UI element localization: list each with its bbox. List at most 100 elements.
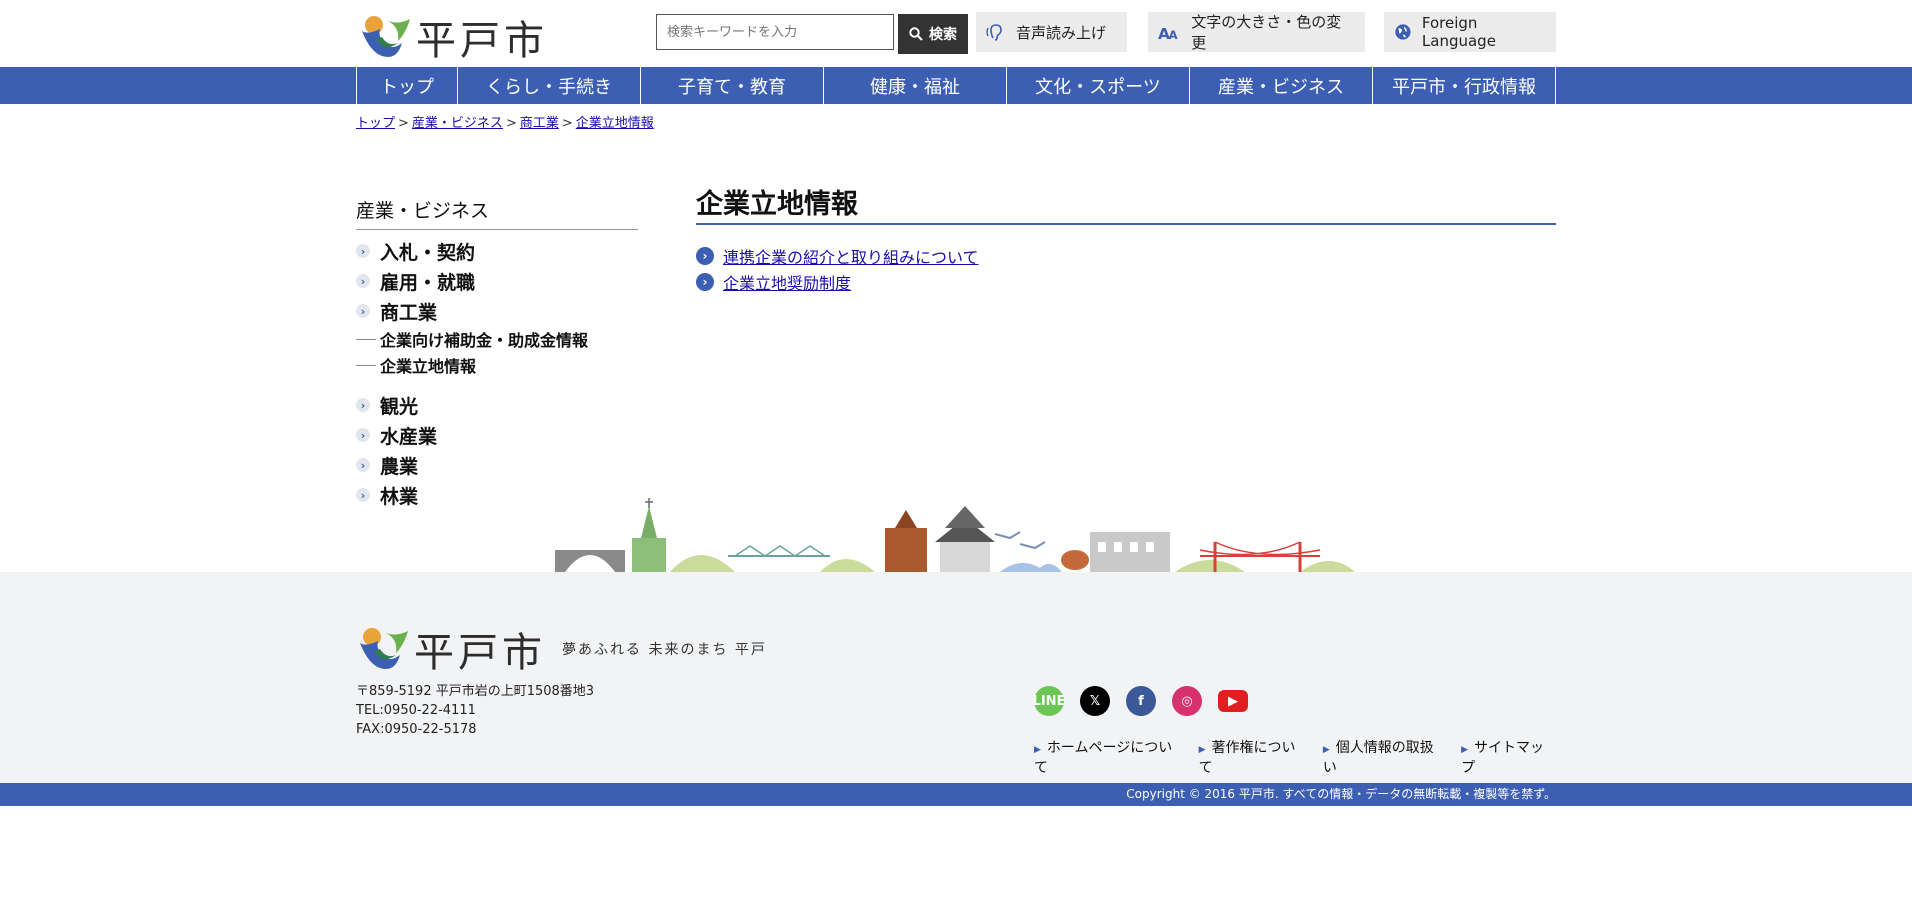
instagram-icon[interactable]: ◎ xyxy=(1172,686,1202,716)
search-button[interactable]: 検索 xyxy=(898,14,968,54)
search-button-label: 検索 xyxy=(929,27,957,43)
footer-tel: TEL:0950-22-4111 xyxy=(356,703,476,718)
chevron-right-icon: › xyxy=(356,244,370,258)
footer-link-label: 著作権について xyxy=(1198,740,1296,776)
triangle-right-icon: ▶ xyxy=(1034,745,1041,755)
breadcrumb-link-top[interactable]: トップ xyxy=(356,116,395,131)
hirado-logo-icon xyxy=(362,16,410,57)
footer-address-block: 〒859-5192 平戸市岩の上町1508番地3 TEL:0950-22-411… xyxy=(356,682,594,739)
globe-icon xyxy=(1395,24,1411,40)
search-input[interactable] xyxy=(656,14,894,50)
chevron-right-icon: › xyxy=(356,304,370,318)
text-size-icon: A A xyxy=(1158,25,1178,42)
hirado-skyline-illustration xyxy=(555,498,1355,572)
chevron-right-icon: › xyxy=(696,273,714,291)
search-icon xyxy=(909,27,923,41)
line-icon[interactable]: LINE xyxy=(1033,686,1065,716)
sidebar-title: 産業・ビジネス xyxy=(356,196,638,230)
sidebar-item-employment[interactable]: › 雇用・就職 xyxy=(356,266,638,296)
footer-link-sitemap[interactable]: ▶ サイトマップ xyxy=(1461,737,1556,777)
footer-links: ▶ ホームページについて ▶ 著作権について ▶ 個人情報の取扱い ▶ サイトマップ xyxy=(1034,737,1556,777)
footer-link-label: ホームページについて xyxy=(1034,740,1173,776)
footer-logo[interactable]: 平戸市 夢あふれる 未来のまち 平戸 xyxy=(356,620,767,678)
sidebar-item-agriculture[interactable]: › 農業 xyxy=(356,450,638,480)
nav-item-living[interactable]: くらし・手続き xyxy=(457,67,640,104)
foreign-language-button[interactable]: Foreign Language xyxy=(1384,12,1556,52)
link-location-incentive[interactable]: 企業立地奨励制度 xyxy=(723,270,851,294)
triangle-right-icon: ▶ xyxy=(1461,745,1469,755)
footer-fax: FAX:0950-22-5178 xyxy=(356,722,477,737)
breadcrumb-separator-icon: > xyxy=(505,116,517,131)
sidebar: 産業・ビジネス › 入札・契約 › 雇用・就職 › 商工業 企業向け補助金・助成金情報… xyxy=(356,196,638,510)
chevron-right-icon: › xyxy=(356,458,370,472)
triangle-right-icon: ▶ xyxy=(1322,745,1330,755)
breadcrumb-link-business[interactable]: 産業・ビジネス xyxy=(412,116,503,131)
chevron-right-icon: › xyxy=(696,247,714,265)
facebook-icon[interactable]: f xyxy=(1126,686,1156,716)
triangle-right-icon: ▶ xyxy=(1198,745,1206,755)
x-icon[interactable]: 𝕏 xyxy=(1080,686,1110,716)
svg-text:A: A xyxy=(1169,28,1178,42)
sidebar-subitem-subsidies[interactable]: 企業向け補助金・助成金情報 xyxy=(356,326,638,352)
ear-icon xyxy=(986,24,1002,41)
copyright-text: Copyright © 2016 平戸市. すべての情報・データの無断転載・複製… xyxy=(1126,787,1556,801)
breadcrumb-separator-icon: > xyxy=(561,116,573,131)
sidebar-item-tourism[interactable]: › 観光 xyxy=(356,390,638,420)
sidebar-item-label: 農業 xyxy=(380,455,419,478)
copyright-bar: Copyright © 2016 平戸市. すべての情報・データの無断転載・複製… xyxy=(0,783,1912,806)
footer-slogan: 夢あふれる 未来のまち 平戸 xyxy=(562,642,767,658)
hirado-logo-icon xyxy=(360,628,408,669)
footer-logo-text: 平戸市 xyxy=(414,630,546,676)
dash-icon xyxy=(356,338,376,340)
footer-link-about-site[interactable]: ▶ ホームページについて xyxy=(1034,737,1183,777)
content-link-item: › 企業立地奨励制度 xyxy=(696,269,1556,295)
dash-icon xyxy=(356,364,376,366)
sidebar-subitem-business-location[interactable]: 企業立地情報 xyxy=(356,352,638,378)
footer-address: 〒859-5192 平戸市岩の上町1508番地3 xyxy=(356,684,595,699)
footer-link-copyright[interactable]: ▶ 著作権について xyxy=(1199,737,1307,777)
text-size-label: 文字の大きさ・色の変更 xyxy=(1191,13,1342,52)
voice-reader-button[interactable]: 音声読み上げ xyxy=(976,12,1127,52)
main-content: 企業立地情報 › 連携企業の紹介と取り組みについて › 企業立地奨励制度 xyxy=(696,182,1556,295)
sidebar-item-label: 観光 xyxy=(380,395,419,418)
breadcrumb-current[interactable]: 企業立地情報 xyxy=(576,116,654,131)
chevron-right-icon: › xyxy=(356,428,370,442)
footer-link-label: サイトマップ xyxy=(1461,740,1545,776)
sidebar-item-label: 商工業 xyxy=(380,301,438,324)
chevron-right-icon: › xyxy=(356,398,370,412)
nav-item-business[interactable]: 産業・ビジネス xyxy=(1189,67,1372,104)
breadcrumb: トップ > 産業・ビジネス > 商工業 > 企業立地情報 xyxy=(356,112,1556,131)
sidebar-item-commerce[interactable]: › 商工業 xyxy=(356,296,638,326)
social-links: LINE 𝕏 f ◎ ▶ xyxy=(1033,686,1248,716)
sidebar-spacer xyxy=(356,378,638,390)
nav-item-childcare[interactable]: 子育て・教育 xyxy=(640,67,823,104)
text-size-color-button[interactable]: A A 文字の大きさ・色の変更 xyxy=(1148,12,1365,52)
site-logo[interactable]: 平戸市 xyxy=(358,8,548,66)
nav-item-culture[interactable]: 文化・スポーツ xyxy=(1006,67,1189,104)
breadcrumb-separator-icon: > xyxy=(398,116,409,131)
foreign-language-label: Foreign Language xyxy=(1421,14,1496,50)
chevron-right-icon: › xyxy=(356,274,370,288)
global-nav: トップ くらし・手続き 子育て・教育 健康・福祉 文化・スポーツ 産業・ビジネス… xyxy=(0,67,1912,104)
sidebar-item-bidding[interactable]: › 入札・契約 xyxy=(356,236,638,266)
sidebar-item-label: 企業立地情報 xyxy=(380,357,477,376)
youtube-icon[interactable]: ▶ xyxy=(1218,690,1248,712)
sidebar-item-fisheries[interactable]: › 水産業 xyxy=(356,420,638,450)
breadcrumb-link-commerce[interactable]: 商工業 xyxy=(520,116,559,131)
nav-item-health[interactable]: 健康・福祉 xyxy=(823,67,1006,104)
content-link-item: › 連携企業の紹介と取り組みについて xyxy=(696,243,1556,269)
site-footer: 平戸市 夢あふれる 未来のまち 平戸 〒859-5192 平戸市岩の上町1508… xyxy=(0,572,1912,783)
nav-item-city[interactable]: 平戸市・行政情報 xyxy=(1372,67,1556,104)
sidebar-item-label: 企業向け補助金・助成金情報 xyxy=(380,331,589,350)
search-form: 検索 xyxy=(656,14,968,54)
sidebar-item-label: 入札・契約 xyxy=(380,241,476,264)
logo-text: 平戸市 xyxy=(416,18,548,64)
site-header: 平戸市 検索 音声読み上げ A A 文字の大きさ・色の変更 Foreign L xyxy=(356,0,1556,67)
footer-link-privacy[interactable]: ▶ 個人情報の取扱い xyxy=(1323,737,1445,777)
link-partner-companies[interactable]: 連携企業の紹介と取り組みについて xyxy=(723,244,979,268)
sidebar-item-label: 水産業 xyxy=(380,425,438,448)
page-title: 企業立地情報 xyxy=(696,182,1556,225)
sidebar-item-label: 雇用・就職 xyxy=(380,271,476,294)
nav-item-top[interactable]: トップ xyxy=(356,67,457,104)
voice-reader-label: 音声読み上げ xyxy=(1016,23,1107,42)
